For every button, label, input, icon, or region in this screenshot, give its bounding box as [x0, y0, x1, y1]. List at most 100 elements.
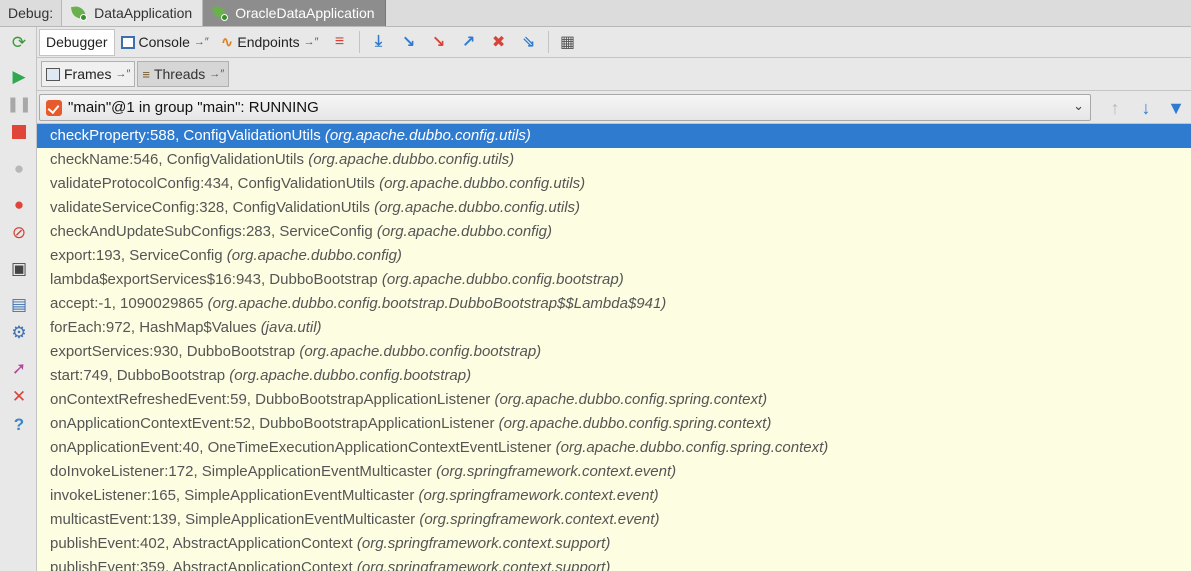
frame-row[interactable]: validateProtocolConfig:434, ConfigValida… — [37, 172, 1191, 196]
frame-package: (org.apache.dubbo.config.utils) — [324, 127, 531, 144]
previous-frame-icon[interactable]: ↑ — [1103, 96, 1127, 120]
frame-method: exportServices:930, DubboBootstrap — [50, 343, 296, 360]
frame-method: multicastEvent:139, SimpleApplicationEve… — [50, 511, 416, 528]
thread-running-icon — [46, 99, 62, 116]
frame-method: checkAndUpdateSubConfigs:283, ServiceCon… — [50, 223, 373, 240]
stop-icon[interactable] — [8, 121, 30, 143]
frame-package: (org.apache.dubbo.config.utils) — [308, 151, 515, 168]
pause-icon[interactable]: ❚❚ — [6, 93, 31, 115]
frame-package: (org.springframework.context.event) — [419, 511, 660, 528]
frames-list: checkProperty:588, ConfigValidationUtils… — [37, 124, 1191, 571]
pin-icon: →″ — [193, 36, 209, 48]
threads-icon: ≡ — [142, 66, 150, 82]
camera-icon[interactable]: ▣ — [8, 257, 30, 279]
frame-method: publishEvent:402, AbstractApplicationCon… — [50, 535, 353, 552]
frame-method: validateProtocolConfig:434, ConfigValida… — [50, 175, 375, 192]
help-icon[interactable]: ? — [8, 413, 30, 435]
frame-package: (org.springframework.context.event) — [436, 463, 677, 480]
toolbar-separator — [358, 31, 360, 53]
frame-method: onContextRefreshedEvent:59, DubboBootstr… — [50, 391, 491, 408]
frame-method: checkProperty:588, ConfigValidationUtils — [50, 127, 321, 144]
frame-row[interactable]: exportServices:930, DubboBootstrap (org.… — [37, 340, 1191, 364]
thread-selector-row: "main"@1 in group "main": RUNNING ⌄ ↑ ↓ … — [37, 91, 1191, 124]
evaluate-expression-icon[interactable]: ▦ — [555, 29, 581, 55]
frame-package: (org.apache.dubbo.config.spring.context) — [555, 439, 829, 456]
tab-endpoints[interactable]: ∿ Endpoints →″ — [215, 29, 325, 56]
drop-frame-icon[interactable]: ✖ — [486, 29, 512, 55]
frame-package: (org.springframework.context.support) — [356, 535, 611, 552]
next-frame-icon[interactable]: ↓ — [1134, 96, 1158, 120]
frame-package: (org.springframework.context.event) — [418, 487, 659, 504]
step-out-icon[interactable]: ↗ — [456, 29, 482, 55]
tab-console[interactable]: Console →″ — [115, 29, 215, 56]
frame-package: (org.apache.dubbo.config.bootstrap) — [229, 367, 472, 384]
resume-icon[interactable]: ▶ — [8, 65, 30, 87]
endpoints-label: Endpoints — [237, 34, 300, 50]
settings-icon[interactable]: ⚙ — [8, 321, 30, 343]
run-to-cursor-icon[interactable]: ⇘ — [516, 29, 542, 55]
debug-tabs-bar: Debug: DataApplication OracleDataApplica… — [0, 0, 1191, 27]
endpoints-icon: ∿ — [220, 34, 234, 51]
console-icon — [120, 35, 135, 49]
pin-icon: →″ — [115, 68, 131, 80]
tab-data-application[interactable]: DataApplication — [61, 0, 203, 26]
frame-method: forEach:972, HashMap$Values — [50, 319, 257, 336]
step-over-icon[interactable]: ⤓ — [366, 29, 392, 55]
pin-icon: →″ — [209, 68, 225, 80]
frame-row[interactable]: checkAndUpdateSubConfigs:283, ServiceCon… — [37, 220, 1191, 244]
frame-method: validateServiceConfig:328, ConfigValidat… — [50, 199, 370, 216]
frame-row[interactable]: lambda$exportServices$16:943, DubboBoots… — [37, 268, 1191, 292]
frame-package: (org.apache.dubbo.config.bootstrap) — [299, 343, 542, 360]
pin-icon: →″ — [303, 36, 319, 48]
frame-package: (org.apache.dubbo.config.spring.context) — [494, 391, 768, 408]
show-execution-point-icon[interactable]: ≡ — [327, 29, 353, 55]
step-into-icon[interactable]: ↘ — [396, 29, 422, 55]
frame-method: invokeListener:165, SimpleApplicationEve… — [50, 487, 415, 504]
frame-row[interactable]: checkProperty:588, ConfigValidationUtils… — [37, 124, 1191, 148]
frame-package: (org.apache.dubbo.config.spring.context) — [498, 415, 772, 432]
filter-icon[interactable]: ▼ — [1164, 96, 1188, 120]
restore-layout-icon[interactable]: ▤ — [8, 293, 30, 315]
pin-tab-icon[interactable]: ➚ — [8, 357, 30, 379]
frame-row[interactable]: publishEvent:359, AbstractApplicationCon… — [37, 556, 1191, 571]
frame-package: (org.apache.dubbo.config.bootstrap.Dubbo… — [207, 295, 667, 312]
tab-label: DataApplication — [94, 5, 193, 21]
frame-row[interactable]: invokeListener:165, SimpleApplicationEve… — [37, 484, 1191, 508]
force-step-into-icon[interactable]: ↘ — [426, 29, 452, 55]
debug-label: Debug: — [8, 5, 54, 21]
frame-package: (org.apache.dubbo.config.utils) — [374, 199, 581, 216]
frame-row[interactable]: onContextRefreshedEvent:59, DubboBootstr… — [37, 388, 1191, 412]
frame-row[interactable]: validateServiceConfig:328, ConfigValidat… — [37, 196, 1191, 220]
frame-row[interactable]: onApplicationEvent:40, OneTimeExecutionA… — [37, 436, 1191, 460]
frame-package: (org.apache.dubbo.config.bootstrap) — [381, 271, 624, 288]
frames-icon — [46, 67, 60, 81]
tab-frames[interactable]: Frames →″ — [41, 61, 136, 87]
tab-debugger[interactable]: Debugger — [39, 28, 115, 56]
frame-row[interactable]: multicastEvent:139, SimpleApplicationEve… — [37, 508, 1191, 532]
left-toolbar: ⟳ ▶ ❚❚ ● ● ⊘ ▣ ▤ ⚙ ➚ ✕ ? — [0, 27, 37, 571]
frame-method: checkName:546, ConfigValidationUtils — [50, 151, 305, 168]
mute-icon[interactable]: ● — [8, 157, 30, 179]
frame-row[interactable]: publishEvent:402, AbstractApplicationCon… — [37, 532, 1191, 556]
frame-package: (org.springframework.context.support) — [356, 559, 611, 571]
frame-row[interactable]: doInvokeListener:172, SimpleApplicationE… — [37, 460, 1191, 484]
frame-row[interactable]: start:749, DubboBootstrap (org.apache.du… — [37, 364, 1191, 388]
close-icon[interactable]: ✕ — [8, 385, 30, 407]
tab-threads[interactable]: ≡ Threads →″ — [137, 61, 230, 87]
rerun-icon[interactable]: ⟳ — [8, 31, 30, 53]
mute-breakpoints-icon[interactable]: ⊘ — [8, 221, 30, 243]
frame-row[interactable]: forEach:972, HashMap$Values (java.util) — [37, 316, 1191, 340]
frame-row[interactable]: accept:-1, 1090029865 (org.apache.dubbo.… — [37, 292, 1191, 316]
frame-row[interactable]: export:193, ServiceConfig (org.apache.du… — [37, 244, 1191, 268]
view-breakpoints-icon[interactable]: ● — [8, 193, 30, 215]
spring-app-icon — [70, 4, 88, 21]
frame-row[interactable]: checkName:546, ConfigValidationUtils (or… — [37, 148, 1191, 172]
frame-method: onApplicationContextEvent:52, DubboBoots… — [50, 415, 495, 432]
frames-threads-bar: Frames →″ ≡ Threads →″ — [37, 58, 1191, 91]
frame-method: accept:-1, 1090029865 — [50, 295, 204, 312]
thread-dropdown[interactable]: "main"@1 in group "main": RUNNING ⌄ — [39, 94, 1091, 121]
frame-method: lambda$exportServices$16:943, DubboBoots… — [50, 271, 378, 288]
tab-oracle-data-application[interactable]: OracleDataApplication — [202, 0, 386, 26]
debugger-label: Debugger — [46, 34, 108, 50]
frame-row[interactable]: onApplicationContextEvent:52, DubboBoots… — [37, 412, 1191, 436]
